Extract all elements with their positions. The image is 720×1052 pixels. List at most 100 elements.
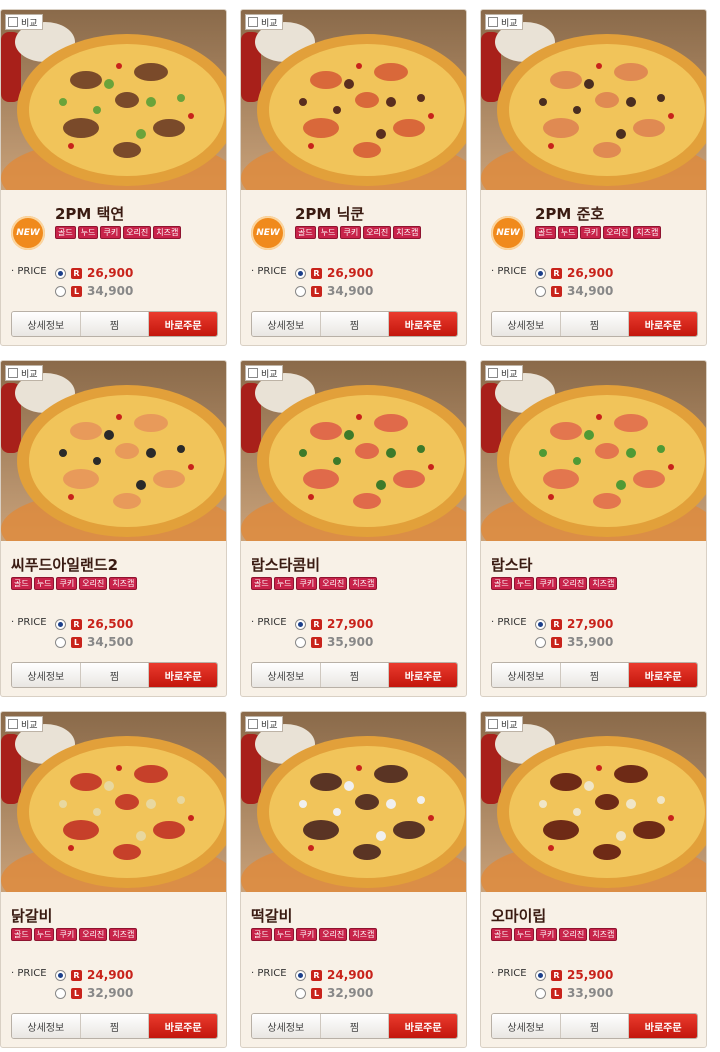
wish-button[interactable]: 찜 [559, 312, 630, 336]
product-name[interactable]: 오마이립 [491, 905, 546, 926]
order-button[interactable]: 바로주문 [149, 663, 217, 687]
price-regular[interactable]: R 27,900 [295, 617, 373, 631]
radio-regular[interactable] [55, 267, 66, 279]
order-button[interactable]: 바로주문 [149, 312, 217, 336]
pizza-image[interactable] [1, 361, 226, 541]
wish-button[interactable]: 찜 [79, 663, 150, 687]
pizza-image[interactable] [1, 10, 226, 190]
detail-button[interactable]: 상세정보 [12, 312, 80, 336]
product-name[interactable]: 2PM 택연 [55, 203, 124, 224]
radio-regular[interactable] [295, 618, 306, 630]
radio-regular[interactable] [295, 969, 306, 981]
checkbox-icon[interactable] [8, 719, 18, 729]
radio-large[interactable] [295, 285, 306, 297]
compare-checkbox[interactable]: 비교 [5, 365, 43, 381]
price-large[interactable]: L 34,900 [55, 284, 133, 298]
compare-checkbox[interactable]: 비교 [485, 716, 523, 732]
radio-regular[interactable] [55, 969, 66, 981]
checkbox-icon[interactable] [248, 17, 258, 27]
price-large[interactable]: L 35,900 [535, 635, 613, 649]
radio-regular[interactable] [535, 618, 546, 630]
detail-button[interactable]: 상세정보 [252, 1014, 320, 1038]
price-large[interactable]: L 33,900 [535, 986, 613, 1000]
wish-button[interactable]: 찜 [79, 1014, 150, 1038]
radio-regular[interactable] [295, 267, 306, 279]
wish-button[interactable]: 찜 [319, 1014, 390, 1038]
compare-checkbox[interactable]: 비교 [5, 14, 43, 30]
compare-checkbox[interactable]: 비교 [5, 716, 43, 732]
wish-button[interactable]: 찜 [559, 1014, 630, 1038]
price-large[interactable]: L 34,500 [55, 635, 133, 649]
pizza-image[interactable] [481, 712, 706, 892]
compare-checkbox[interactable]: 비교 [245, 365, 283, 381]
product-name[interactable]: 떡갈비 [251, 905, 292, 926]
wish-button[interactable]: 찜 [559, 663, 630, 687]
pizza-image[interactable] [241, 10, 466, 190]
order-button[interactable]: 바로주문 [389, 663, 457, 687]
radio-regular[interactable] [535, 969, 546, 981]
checkbox-icon[interactable] [248, 719, 258, 729]
price-regular[interactable]: R 24,900 [55, 968, 133, 982]
radio-large[interactable] [55, 636, 66, 648]
price-regular[interactable]: R 25,900 [535, 968, 613, 982]
order-button[interactable]: 바로주문 [629, 312, 697, 336]
checkbox-icon[interactable] [248, 368, 258, 378]
order-button[interactable]: 바로주문 [629, 1014, 697, 1038]
price-large[interactable]: L 34,900 [535, 284, 613, 298]
detail-button[interactable]: 상세정보 [12, 1014, 80, 1038]
detail-button[interactable]: 상세정보 [492, 663, 560, 687]
radio-large[interactable] [535, 987, 546, 999]
order-button[interactable]: 바로주문 [389, 312, 457, 336]
detail-button[interactable]: 상세정보 [492, 1014, 560, 1038]
crust-tag: 골드 [251, 928, 272, 941]
radio-large[interactable] [535, 285, 546, 297]
wish-button[interactable]: 찜 [319, 663, 390, 687]
price-large[interactable]: L 32,900 [55, 986, 133, 1000]
price-regular[interactable]: R 26,900 [535, 266, 613, 280]
checkbox-icon[interactable] [8, 368, 18, 378]
product-name[interactable]: 랍스타 [491, 554, 532, 575]
price-regular[interactable]: R 26,900 [55, 266, 133, 280]
checkbox-icon[interactable] [488, 17, 498, 27]
detail-button[interactable]: 상세정보 [12, 663, 80, 687]
product-name[interactable]: 씨푸드아일랜드2 [11, 554, 118, 575]
pizza-image[interactable] [481, 361, 706, 541]
radio-regular[interactable] [55, 618, 66, 630]
order-button[interactable]: 바로주문 [389, 1014, 457, 1038]
pizza-image[interactable] [241, 361, 466, 541]
pizza-image[interactable] [1, 712, 226, 892]
compare-checkbox[interactable]: 비교 [485, 365, 523, 381]
radio-regular[interactable] [535, 267, 546, 279]
radio-large[interactable] [295, 636, 306, 648]
checkbox-icon[interactable] [488, 719, 498, 729]
pizza-image[interactable] [481, 10, 706, 190]
product-name[interactable]: 2PM 준호 [535, 203, 604, 224]
radio-large[interactable] [55, 987, 66, 999]
order-button[interactable]: 바로주문 [629, 663, 697, 687]
price-regular[interactable]: R 26,500 [55, 617, 133, 631]
checkbox-icon[interactable] [8, 17, 18, 27]
pizza-image[interactable] [241, 712, 466, 892]
detail-button[interactable]: 상세정보 [252, 663, 320, 687]
radio-large[interactable] [535, 636, 546, 648]
radio-large[interactable] [295, 987, 306, 999]
price-large[interactable]: L 32,900 [295, 986, 373, 1000]
radio-large[interactable] [55, 285, 66, 297]
compare-checkbox[interactable]: 비교 [245, 14, 283, 30]
detail-button[interactable]: 상세정보 [252, 312, 320, 336]
price-large[interactable]: L 34,900 [295, 284, 373, 298]
price-regular[interactable]: R 26,900 [295, 266, 373, 280]
product-name[interactable]: 2PM 닉쿤 [295, 203, 364, 224]
compare-checkbox[interactable]: 비교 [485, 14, 523, 30]
product-name[interactable]: 닭갈비 [11, 905, 52, 926]
price-regular[interactable]: R 24,900 [295, 968, 373, 982]
price-large[interactable]: L 35,900 [295, 635, 373, 649]
compare-checkbox[interactable]: 비교 [245, 716, 283, 732]
detail-button[interactable]: 상세정보 [492, 312, 560, 336]
checkbox-icon[interactable] [488, 368, 498, 378]
wish-button[interactable]: 찜 [79, 312, 150, 336]
order-button[interactable]: 바로주문 [149, 1014, 217, 1038]
product-name[interactable]: 랍스타콤비 [251, 554, 320, 575]
wish-button[interactable]: 찜 [319, 312, 390, 336]
price-regular[interactable]: R 27,900 [535, 617, 613, 631]
